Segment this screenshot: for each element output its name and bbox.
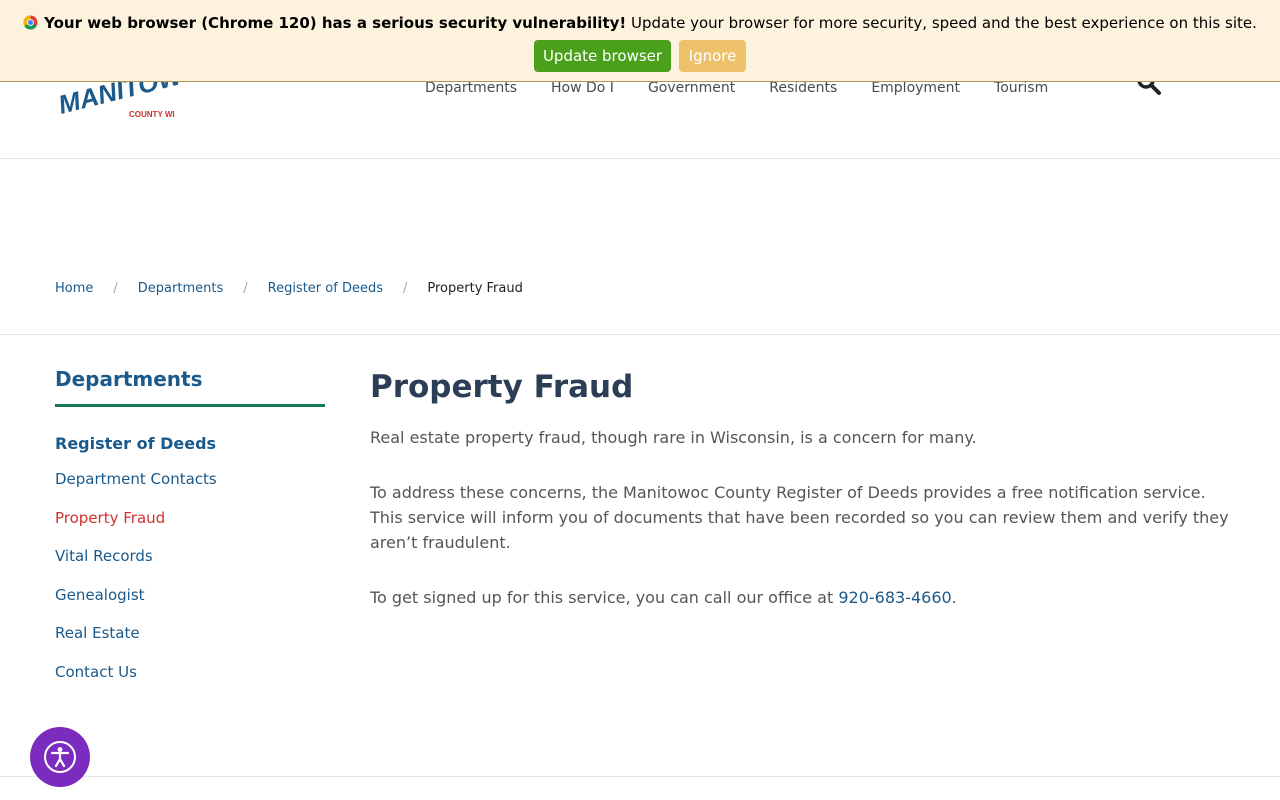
main-content: Property Fraud Real estate property frau… <box>370 368 1230 610</box>
breadcrumb-separator: / <box>113 281 118 296</box>
sidebar-item-vital-records[interactable]: Vital Records <box>55 547 325 586</box>
sidebar-item-real-estate[interactable]: Real Estate <box>55 624 325 663</box>
sidebar-item-genealogist[interactable]: Genealogist <box>55 586 325 625</box>
nav-residents[interactable]: Residents <box>752 80 854 96</box>
breadcrumb-home[interactable]: Home <box>55 281 93 296</box>
sidebar-subtitle[interactable]: Register of Deeds <box>55 434 325 456</box>
nav-how-do-i[interactable]: How Do I <box>534 80 631 96</box>
breadcrumb-current: Property Fraud <box>427 281 523 296</box>
service-paragraph: To address these concerns, the Manitowoc… <box>370 480 1230 555</box>
nav-tourism[interactable]: Tourism <box>977 80 1065 96</box>
signup-paragraph: To get signed up for this service, you c… <box>370 585 1230 610</box>
phone-link[interactable]: 920-683-4660 <box>838 588 951 607</box>
nav-government[interactable]: Government <box>631 80 752 96</box>
update-message: Your web browser (Chrome 120) has a seri… <box>0 14 1280 32</box>
browser-update-banner: Your web browser (Chrome 120) has a seri… <box>0 0 1280 82</box>
sidebar: Departments Register of Deeds Department… <box>55 366 325 702</box>
breadcrumb: Home / Departments / Register of Deeds /… <box>55 281 523 296</box>
breadcrumb-register-of-deeds[interactable]: Register of Deeds <box>268 281 383 296</box>
breadcrumb-separator: / <box>402 281 408 296</box>
main-nav: Departments How Do I Government Resident… <box>408 80 1065 96</box>
ignore-button[interactable]: Ignore <box>679 40 746 72</box>
breadcrumb-divider <box>0 334 1280 335</box>
update-browser-button[interactable]: Update browser <box>534 40 671 72</box>
signup-suffix: . <box>951 588 957 607</box>
sidebar-divider <box>55 404 325 407</box>
breadcrumb-separator: / <box>243 281 248 296</box>
sidebar-list: Department Contacts Property Fraud Vital… <box>55 470 325 702</box>
page-title: Property Fraud <box>370 369 634 405</box>
logo-subtext: COUNTY WI <box>129 110 175 119</box>
footer-divider <box>0 776 1280 777</box>
sidebar-item-property-fraud[interactable]: Property Fraud <box>55 509 325 548</box>
intro-paragraph: Real estate property fraud, though rare … <box>370 428 977 447</box>
breadcrumb-departments[interactable]: Departments <box>138 281 223 296</box>
accessibility-button[interactable] <box>30 727 90 787</box>
sidebar-item-contact-us[interactable]: Contact Us <box>55 663 325 702</box>
update-message-text: Update your browser for more security, s… <box>631 14 1257 32</box>
sidebar-item-department-contacts[interactable]: Department Contacts <box>55 470 325 509</box>
service-paragraph-line2: This service will inform you of document… <box>370 508 1229 552</box>
update-message-bold: Your web browser (Chrome 120) has a seri… <box>44 14 627 32</box>
nav-departments[interactable]: Departments <box>408 80 534 96</box>
chrome-icon <box>23 15 38 30</box>
accessibility-icon <box>44 741 76 773</box>
sidebar-title[interactable]: Departments <box>55 366 325 404</box>
nav-employment[interactable]: Employment <box>854 80 977 96</box>
signup-text: To get signed up for this service, you c… <box>370 588 839 607</box>
service-paragraph-line1: To address these concerns, the Manitowoc… <box>370 483 1206 502</box>
